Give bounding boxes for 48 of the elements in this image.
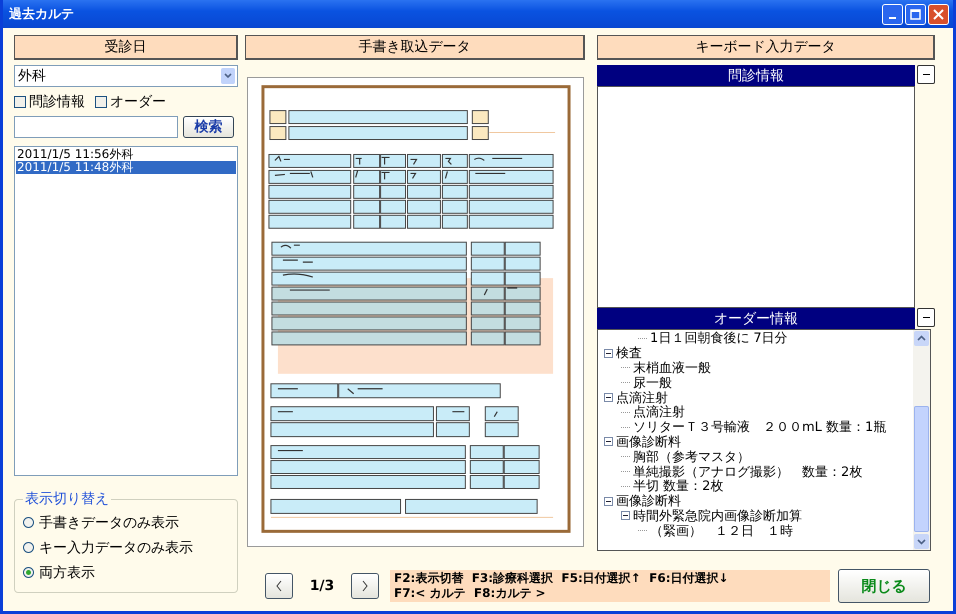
search-button[interactable]: 検索 xyxy=(183,116,234,138)
checkbox[interactable] xyxy=(95,96,107,108)
collapse-button[interactable] xyxy=(917,65,935,84)
maximize-icon xyxy=(910,8,921,20)
tree-toggle-icon[interactable] xyxy=(604,496,613,506)
radio-label[interactable]: 手書きデータのみ表示 xyxy=(39,514,179,532)
close-icon xyxy=(933,8,944,20)
search-field[interactable] xyxy=(14,116,178,138)
collapse-button[interactable] xyxy=(917,308,935,327)
close-button[interactable] xyxy=(928,4,949,24)
minimize-icon xyxy=(889,16,896,18)
page-indicator: 1/3 xyxy=(308,578,336,594)
scroll-up-icon[interactable] xyxy=(914,331,929,346)
section-header: 手書き取込データ xyxy=(245,35,585,60)
chevron-right-icon xyxy=(361,580,369,592)
section-header: 受診日 xyxy=(14,35,238,60)
previous-page-button[interactable] xyxy=(265,573,293,599)
close-dialog-button[interactable]: 閉じる xyxy=(838,569,930,603)
tree-toggle-icon[interactable] xyxy=(604,393,613,402)
tree-toggle-icon[interactable] xyxy=(604,348,613,358)
scrollbar[interactable] xyxy=(913,330,930,550)
minimize-button[interactable] xyxy=(882,4,903,24)
checkbox[interactable] xyxy=(14,96,26,108)
checkbox-label[interactable]: 問診情報 xyxy=(29,93,85,111)
department-dropdown[interactable]: 外科 xyxy=(14,65,238,87)
chevron-left-icon xyxy=(275,580,283,592)
radio-label[interactable]: キー入力データのみ表示 xyxy=(39,538,193,556)
maximize-button[interactable] xyxy=(905,4,926,24)
window-title: 過去カルテ xyxy=(9,6,74,23)
radio-button[interactable] xyxy=(23,567,34,578)
scrollbar-thumb[interactable] xyxy=(914,406,929,532)
radio-button[interactable] xyxy=(23,517,34,528)
tree-item[interactable]: 1日１回朝食後に 7日分 xyxy=(650,329,788,348)
radio-label[interactable]: 両方表示 xyxy=(39,564,95,582)
visit-list-item[interactable]: 2011/1/5 11:56外科 xyxy=(16,148,236,161)
scroll-down-icon[interactable] xyxy=(914,534,929,549)
shortcut-text: F7:< カルテ F8:カルテ > xyxy=(394,586,547,601)
shortcut-text: F2:表示切替 F3:診療科選択 F5:日付選択↑ F6:日付選択↓ xyxy=(394,571,730,586)
radio-button[interactable] xyxy=(23,542,34,553)
group-title: 表示切り替え xyxy=(24,490,110,508)
tree-toggle-icon[interactable] xyxy=(621,511,630,520)
tree-toggle-icon[interactable] xyxy=(604,437,613,446)
panel-title-bar: オーダー情報 xyxy=(597,308,915,329)
visit-list-item[interactable]: 2011/1/5 11:48外科 xyxy=(16,161,236,174)
panel-title-bar: 問診情報 xyxy=(597,65,915,86)
section-header: キーボード入力データ xyxy=(597,35,935,60)
checkbox-label[interactable]: オーダー xyxy=(110,93,166,111)
next-page-button[interactable] xyxy=(351,573,379,599)
